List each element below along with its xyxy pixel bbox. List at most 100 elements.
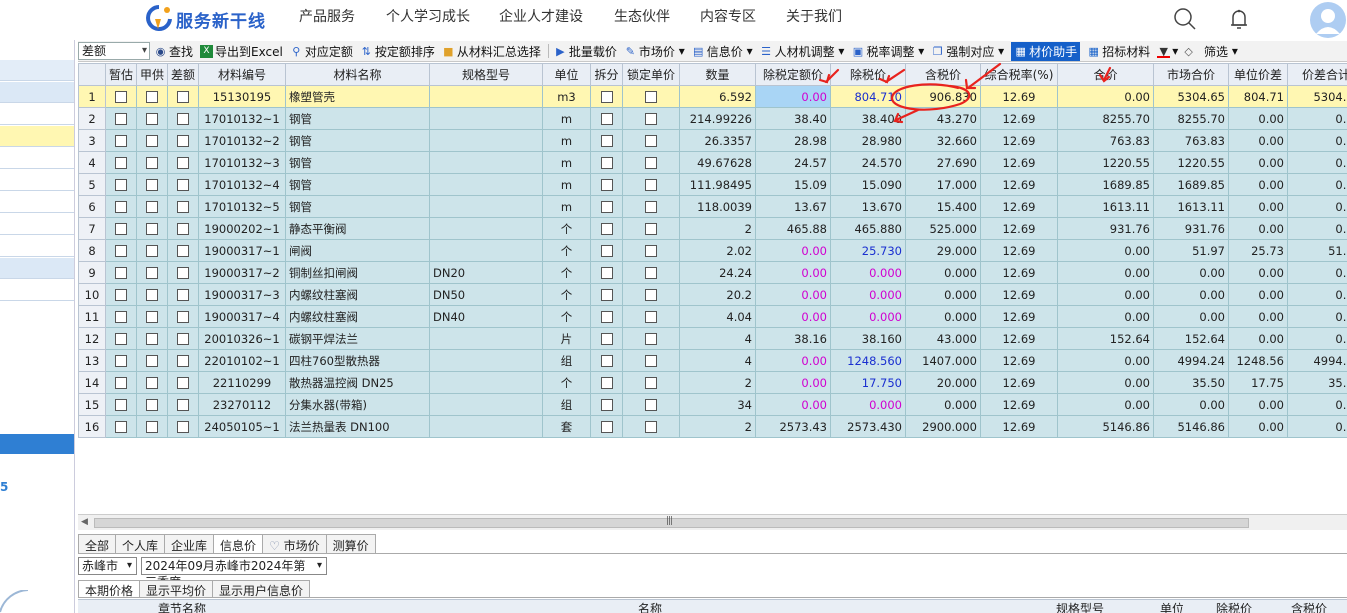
ex-tax-quota-price[interactable]: 0.00 xyxy=(755,283,831,306)
ex-tax-price[interactable]: 0.000 xyxy=(830,283,906,306)
quantity[interactable]: 6.592 xyxy=(679,85,756,108)
logo[interactable]: 服务新干线 xyxy=(146,4,266,34)
sidebar-row[interactable] xyxy=(0,258,74,279)
row-number[interactable]: 15 xyxy=(78,393,106,416)
unit[interactable]: 个 xyxy=(542,283,591,306)
checkbox[interactable] xyxy=(115,267,127,279)
unit-price-diff[interactable]: 0.00 xyxy=(1228,415,1288,438)
diff-total[interactable]: 0.00 xyxy=(1287,217,1347,240)
spec[interactable] xyxy=(429,371,543,394)
row-number[interactable]: 11 xyxy=(78,305,106,328)
unit-price-diff[interactable]: 0.00 xyxy=(1228,107,1288,130)
unit[interactable]: 个 xyxy=(542,371,591,394)
diff-total[interactable]: 0.00 xyxy=(1287,173,1347,196)
ex-tax-price[interactable]: 28.980 xyxy=(830,129,906,152)
checkbox[interactable] xyxy=(146,377,158,389)
checkbox[interactable] xyxy=(600,267,613,279)
material-code[interactable]: 19000317~1 xyxy=(198,239,286,262)
sidebar-row[interactable] xyxy=(0,170,74,191)
col-header-material-code[interactable]: 材料编号 xyxy=(198,63,286,86)
unit-price-diff[interactable]: 0.00 xyxy=(1228,393,1288,416)
fill-color-button[interactable]: ▼ ▾ ◇ xyxy=(1157,44,1197,58)
ex-tax-quota-price[interactable]: 15.09 xyxy=(755,173,831,196)
checkbox[interactable] xyxy=(177,377,189,389)
checkbox[interactable] xyxy=(645,179,657,191)
row-number[interactable]: 12 xyxy=(78,327,106,350)
table-row[interactable]: 1 15130195 橡塑管壳 m3 6.592 0.00 804.710 906.830 12… xyxy=(78,85,1347,108)
quantity[interactable]: 2 xyxy=(679,371,756,394)
total[interactable]: 0.00 xyxy=(1057,305,1154,328)
checkbox[interactable] xyxy=(645,289,657,301)
find-button[interactable]: ◉ 查找 xyxy=(154,43,193,60)
unit-price-diff[interactable]: 25.73 xyxy=(1228,239,1288,262)
unit[interactable]: m xyxy=(542,195,591,218)
ex-tax-quota-price[interactable]: 0.00 xyxy=(755,239,831,262)
checkbox[interactable] xyxy=(146,113,158,125)
table-row[interactable]: 15 23270112 分集水器(带箱) 组 34 0.00 0.000 0.000 12.69… xyxy=(78,393,1347,416)
ex-tax-quota-price[interactable]: 465.88 xyxy=(755,217,831,240)
market-total[interactable]: 931.76 xyxy=(1153,217,1229,240)
material-code[interactable]: 19000317~3 xyxy=(198,283,286,306)
diff-total[interactable]: 0.00 xyxy=(1287,151,1347,174)
checkbox[interactable] xyxy=(177,135,189,147)
checkbox[interactable] xyxy=(146,289,158,301)
inc-tax-price[interactable]: 0.000 xyxy=(905,261,981,284)
checkbox[interactable] xyxy=(115,179,127,191)
tab-personal[interactable]: 个人库 xyxy=(115,534,166,553)
col-header-lock-price[interactable]: 锁定单价 xyxy=(622,63,680,86)
market-price-button[interactable]: ✎ 市场价 ▾ xyxy=(624,43,685,60)
unit[interactable]: m xyxy=(542,107,591,130)
spec[interactable] xyxy=(429,239,543,262)
checkbox[interactable] xyxy=(645,201,657,213)
market-total[interactable]: 1613.11 xyxy=(1153,195,1229,218)
ex-tax-quota-price[interactable]: 13.67 xyxy=(755,195,831,218)
checkbox[interactable] xyxy=(645,333,657,345)
spec[interactable] xyxy=(429,173,543,196)
material-code[interactable]: 17010132~5 xyxy=(198,195,286,218)
market-total[interactable]: 0.00 xyxy=(1153,261,1229,284)
checkbox[interactable] xyxy=(146,421,158,433)
checkbox[interactable] xyxy=(146,223,158,235)
tax-rate[interactable]: 12.69 xyxy=(980,107,1058,130)
row-number[interactable]: 6 xyxy=(78,195,106,218)
checkbox[interactable] xyxy=(146,311,158,323)
spec[interactable] xyxy=(429,415,543,438)
material-name[interactable]: 钢管 xyxy=(285,151,430,174)
market-total[interactable]: 1220.55 xyxy=(1153,151,1229,174)
tax-rate[interactable]: 12.69 xyxy=(980,415,1058,438)
checkbox[interactable] xyxy=(146,355,158,367)
unit[interactable]: 个 xyxy=(542,305,591,328)
market-total[interactable]: 0.00 xyxy=(1153,305,1229,328)
checkbox[interactable] xyxy=(115,311,127,323)
tax-rate[interactable]: 12.69 xyxy=(980,85,1058,108)
checkbox[interactable] xyxy=(600,201,613,213)
checkbox[interactable] xyxy=(177,223,189,235)
material-code[interactable]: 15130195 xyxy=(198,85,286,108)
sidebar-row[interactable] xyxy=(0,60,74,81)
total[interactable]: 763.83 xyxy=(1057,129,1154,152)
sidebar-row[interactable] xyxy=(0,82,74,103)
col-header-inc-tax-price[interactable]: 含税价 xyxy=(905,63,981,86)
diff-total[interactable]: 0.00 xyxy=(1287,305,1347,328)
city-select[interactable]: 赤峰市 xyxy=(78,557,138,575)
ex-tax-price[interactable]: 17.750 xyxy=(830,371,906,394)
checkbox[interactable] xyxy=(600,377,613,389)
inc-tax-price[interactable]: 15.400 xyxy=(905,195,981,218)
scroll-left-icon[interactable]: ◀ xyxy=(81,517,88,527)
table-row[interactable]: 14 22110299 散热器温控阀 DN25 个 2 0.00 17.750 20.000 1… xyxy=(78,371,1347,394)
spec[interactable] xyxy=(429,107,543,130)
inc-tax-price[interactable]: 29.000 xyxy=(905,239,981,262)
tax-rate[interactable]: 12.69 xyxy=(980,239,1058,262)
unit[interactable]: m xyxy=(542,151,591,174)
ex-tax-quota-price[interactable]: 38.16 xyxy=(755,327,831,350)
unit[interactable]: 个 xyxy=(542,261,591,284)
inc-tax-price[interactable]: 20.000 xyxy=(905,371,981,394)
tax-rate[interactable]: 12.69 xyxy=(980,393,1058,416)
tax-rate[interactable]: 12.69 xyxy=(980,349,1058,372)
total[interactable]: 0.00 xyxy=(1057,283,1154,306)
resource-adjust-button[interactable]: ☰ 人材机调整 ▾ xyxy=(760,43,844,60)
inc-tax-price[interactable]: 17.000 xyxy=(905,173,981,196)
row-number[interactable]: 10 xyxy=(78,283,106,306)
ex-tax-quota-price[interactable]: 0.00 xyxy=(755,371,831,394)
tax-rate[interactable]: 12.69 xyxy=(980,371,1058,394)
